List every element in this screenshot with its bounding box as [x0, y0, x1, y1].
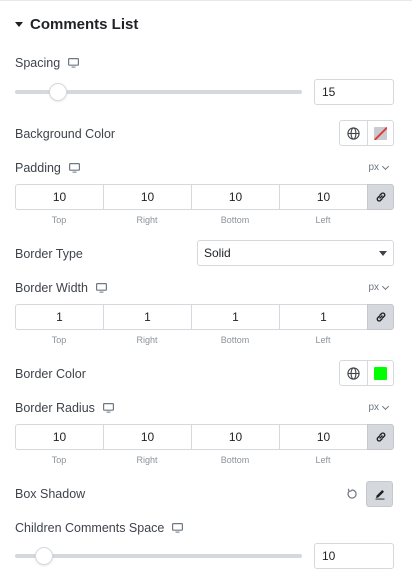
border-width-dimension-labels: Top Right Bottom Left [15, 335, 367, 345]
border-radius-right-input[interactable]: 10 [103, 424, 191, 450]
border-type-value: Solid [204, 246, 231, 260]
link-values-button[interactable] [367, 184, 394, 210]
border-width-dimensions: 1 1 1 1 [15, 304, 394, 330]
chevron-down-icon [381, 162, 390, 170]
link-values-button[interactable] [367, 304, 394, 330]
border-radius-dimensions: 10 10 10 10 [15, 424, 394, 450]
box-shadow-label-row: Box Shadow [15, 486, 85, 502]
border-radius-left-input[interactable]: 10 [279, 424, 367, 450]
border-color-swatch-button[interactable] [368, 361, 393, 385]
padding-left-input[interactable]: 10 [279, 184, 367, 210]
children-space-input[interactable]: 10 [314, 543, 394, 569]
border-width-label: Border Width [15, 281, 88, 295]
padding-dimension-labels: Top Right Bottom Left [15, 215, 367, 225]
link-icon [376, 192, 385, 202]
border-radius-top-input[interactable]: 10 [15, 424, 103, 450]
children-space-label: Children Comments Space [15, 521, 165, 535]
border-radius-label: Border Radius [15, 401, 95, 415]
border-type-label: Border Type [15, 247, 83, 261]
dim-label-top: Top [51, 455, 67, 465]
padding-bottom-input[interactable]: 10 [191, 184, 279, 210]
children-space-label-row: Children Comments Space [15, 520, 184, 536]
border-radius-bottom-input[interactable]: 10 [191, 424, 279, 450]
border-color-label: Border Color [15, 367, 86, 381]
globe-icon[interactable] [340, 361, 368, 385]
border-width-bottom-input[interactable]: 1 [191, 304, 279, 330]
dim-label-right: Right [136, 335, 158, 345]
dim-label-bottom: Bottom [220, 455, 250, 465]
dim-label-right: Right [136, 215, 158, 225]
border-width-unit-select[interactable]: px [368, 282, 390, 293]
border-width-label-row: Border Width [15, 280, 107, 296]
link-icon [376, 312, 385, 322]
monitor-icon[interactable] [102, 403, 114, 413]
pencil-icon [375, 490, 384, 500]
dim-label-left: Left [315, 455, 331, 465]
spacing-label: Spacing [15, 56, 61, 70]
border-radius-dimension-labels: Top Right Bottom Left [15, 455, 367, 465]
border-color-label-row: Border Color [15, 366, 86, 382]
border-width-right-input[interactable]: 1 [103, 304, 191, 330]
caret-down-icon [15, 22, 23, 27]
dim-label-right: Right [136, 455, 158, 465]
border-radius-unit-select[interactable]: px [368, 402, 390, 413]
dim-label-bottom: Bottom [220, 335, 250, 345]
monitor-icon[interactable] [68, 163, 80, 173]
dim-label-left: Left [315, 215, 331, 225]
spacing-slider-thumb[interactable] [50, 84, 67, 100]
section-title: Comments List [30, 15, 139, 33]
spacing-slider-track[interactable] [15, 84, 302, 100]
padding-top-input[interactable]: 10 [15, 184, 103, 210]
dim-label-top: Top [51, 335, 67, 345]
border-radius-label-row: Border Radius [15, 400, 114, 416]
edit-shadow-button[interactable] [366, 481, 393, 507]
globe-icon[interactable] [340, 121, 368, 145]
background-color-swatch-button[interactable] [368, 121, 393, 145]
link-values-button[interactable] [367, 424, 394, 450]
dim-label-bottom: Bottom [220, 215, 250, 225]
empty-color-swatch [374, 126, 387, 140]
chevron-down-icon [381, 282, 390, 290]
border-width-top-input[interactable]: 1 [15, 304, 103, 330]
monitor-icon[interactable] [95, 283, 107, 293]
border-color-control [339, 360, 394, 386]
caret-down-icon [379, 250, 387, 256]
monitor-icon[interactable] [68, 58, 80, 68]
box-shadow-controls [345, 481, 393, 507]
border-width-left-input[interactable]: 1 [279, 304, 367, 330]
padding-dimensions: 10 10 10 10 [15, 184, 394, 210]
dim-label-left: Left [315, 335, 331, 345]
children-space-slider-track[interactable] [15, 548, 302, 564]
top-divider [0, 0, 412, 1]
dim-label-top: Top [51, 215, 67, 225]
border-type-select[interactable]: Solid [197, 240, 394, 266]
background-color-label: Background Color [15, 127, 116, 141]
children-space-slider-thumb[interactable] [35, 548, 52, 564]
monitor-icon[interactable] [172, 523, 184, 533]
box-shadow-label: Box Shadow [15, 487, 86, 501]
padding-unit-label: px [368, 162, 379, 173]
padding-label: Padding [15, 161, 61, 175]
link-icon [376, 432, 385, 442]
spacing-label-row: Spacing [15, 55, 80, 71]
section-header[interactable]: Comments List [15, 14, 138, 34]
reset-icon[interactable] [345, 487, 359, 501]
padding-unit-select[interactable]: px [368, 162, 390, 173]
border-width-unit-label: px [368, 282, 379, 293]
background-color-label-row: Background Color [15, 126, 115, 142]
background-color-control [339, 120, 394, 146]
padding-label-row: Padding [15, 160, 80, 176]
green-color-swatch [374, 366, 387, 380]
border-radius-unit-label: px [368, 402, 379, 413]
chevron-down-icon [381, 402, 390, 410]
spacing-input[interactable]: 15 [314, 79, 394, 105]
border-type-label-row: Border Type [15, 246, 83, 262]
padding-right-input[interactable]: 10 [103, 184, 191, 210]
